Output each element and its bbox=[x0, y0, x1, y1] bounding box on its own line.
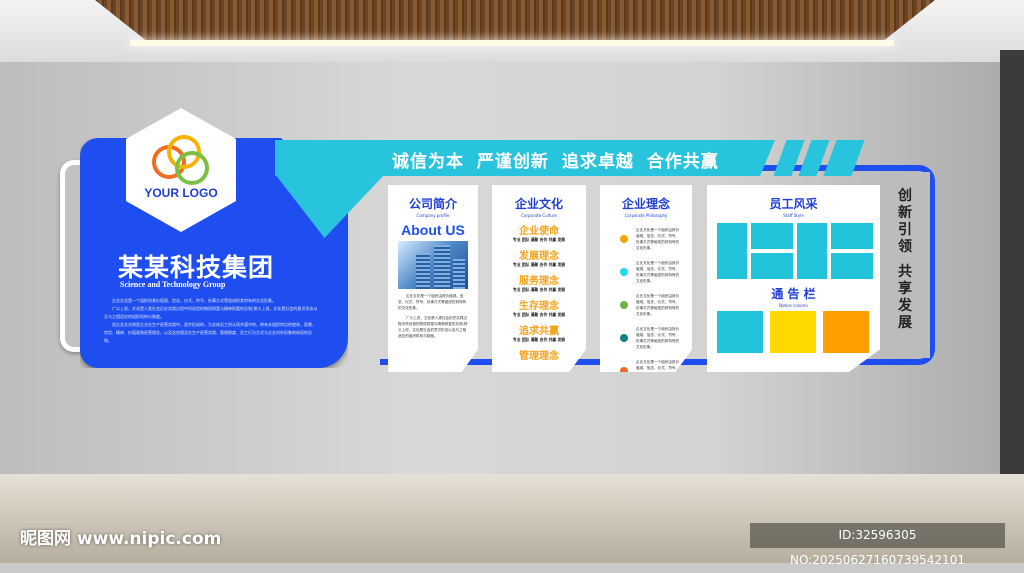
philosophy-text: 企业文化是一个组织由其价值观、信念、仪式、符号、处事方式等组成的其特有的文化形象… bbox=[636, 228, 680, 250]
bullet-dot-icon bbox=[620, 268, 628, 276]
philosophy-card: 企业理念 Corporate Philosophy 企业文化是一个组织由其价值观… bbox=[600, 185, 692, 372]
ceiling-light bbox=[130, 40, 894, 46]
bullet-dot-icon bbox=[620, 334, 628, 342]
philosophy-item: 企业文化是一个组织由其价值观、信念、仪式、符号、处事方式等组成的其特有的文化形象… bbox=[620, 326, 692, 350]
paragraph: 广义上说，文化是人类社会历史实践过程中所创造的物质财富与精神财富的总和;狭义上说… bbox=[104, 306, 318, 319]
profile-text: 企业文化是一个组织由其价值观、信念、仪式、符号、处事方式等组成的其特有的文化形象… bbox=[398, 294, 467, 310]
logo-text: YOUR LOGO bbox=[144, 186, 218, 200]
bullet-dot-icon bbox=[620, 235, 628, 243]
slogan: 诚信为本 严谨创新 追求卓越 合作共赢 bbox=[392, 152, 719, 172]
photo-tile bbox=[797, 223, 827, 279]
philosophy-text: 企业文化是一个组织由其价值观、信念、仪式、符号、处事方式等组成的其特有的文化形象… bbox=[636, 261, 680, 283]
philosophy-item: 企业文化是一个组织由其价值观、信念、仪式、符号、处事方式等组成的其特有的文化形象… bbox=[620, 260, 692, 284]
culture-item-title: 管理理念 bbox=[519, 351, 559, 362]
about-us-heading: About US bbox=[401, 222, 465, 238]
philosophy-item: 企业文化是一个组织由其价值观、信念、仪式、符号、处事方式等组成的其特有的文化形象… bbox=[620, 293, 692, 317]
vertical-slogan: 创新引领 共享发展 bbox=[895, 188, 915, 332]
notice-tile bbox=[823, 311, 869, 353]
photo-tile bbox=[751, 253, 793, 279]
photo-tile bbox=[751, 223, 793, 249]
paragraph: 企业文化是一个组织由其价值观、信念、仪式、符号、处事方式等组成的其特有的文化形象… bbox=[112, 298, 276, 303]
card-title: 企业理念 bbox=[621, 197, 670, 211]
profile-text: 广义上说，文化是人类社会历史实践过程中所创造的物质财富与精神财富的总和;狭义上说… bbox=[398, 316, 468, 338]
culture-item-title: 发展理念 bbox=[519, 251, 559, 262]
culture-item-title: 生存理念 bbox=[519, 301, 559, 312]
photo-tile bbox=[831, 253, 873, 279]
card-title: 企业文化 bbox=[514, 197, 563, 211]
notice-subtitle: Notice column bbox=[779, 303, 808, 308]
corporate-culture-card: 企业文化 Corporate Culture 企业使命 专业 团队 凝聚 合作 共… bbox=[492, 185, 586, 372]
vertical-line: 共享发展 bbox=[898, 264, 912, 331]
watermark-site: 昵图网 www.nipic.com bbox=[20, 529, 222, 549]
culture-keywords: 专业 团队 凝聚 合作 共赢 发展 bbox=[512, 287, 566, 292]
building-photo bbox=[398, 241, 468, 289]
watermark-id: ID:32596305 NO:20250627160739542101 bbox=[750, 523, 1005, 567]
vertical-line: 创新引领 bbox=[898, 188, 912, 255]
card-subtitle: Staff Style bbox=[783, 213, 804, 218]
wood-ceiling-panel bbox=[95, 0, 935, 40]
culture-item-title: 企业使命 bbox=[519, 226, 559, 237]
company-name: 某某科技集团 bbox=[118, 253, 275, 282]
culture-keywords: 专业 团队 凝聚 合作 共赢 发展 bbox=[512, 337, 566, 342]
philosophy-text: 企业文化是一个组织由其价值观、信念、仪式、符号、处事方式等组成的其特有的文化形象… bbox=[636, 294, 680, 316]
photo-tile bbox=[831, 223, 873, 249]
card-subtitle: Corporate Culture bbox=[521, 213, 557, 218]
notice-tile bbox=[770, 311, 816, 353]
card-title: 公司简介 bbox=[408, 197, 457, 211]
company-description: 企业文化是一个组织由其价值观、信念、仪式、符号、处事方式等组成的其特有的文化形象… bbox=[104, 297, 318, 345]
bullet-dot-icon bbox=[620, 301, 628, 309]
culture-item-title: 服务理念 bbox=[519, 276, 559, 287]
culture-keywords: 专业 团队 凝聚 合作 共赢 发展 bbox=[512, 262, 566, 267]
notice-title: 通 告 栏 bbox=[771, 287, 816, 301]
card-subtitle: Company profile bbox=[416, 213, 450, 218]
company-name-en: Science and Technology Group bbox=[120, 280, 226, 289]
photo-tile bbox=[717, 223, 747, 279]
staff-style-card: 员工风采 Staff Style 通 告 栏 Notice column bbox=[707, 185, 880, 372]
philosophy-text: 企业文化是一个组织由其价值观、信念、仪式、符号、处事方式等组成的其特有的文化形象… bbox=[636, 327, 680, 349]
culture-keywords: 专业 团队 凝聚 合作 共赢 发展 bbox=[512, 312, 566, 317]
card-title: 员工风采 bbox=[769, 197, 818, 211]
paragraph: 而企业文化则是企业在生产经营实践中，逐步形成的，为全体员工所认同并遵守的，带有本… bbox=[104, 322, 316, 343]
notice-tile bbox=[717, 311, 763, 353]
philosophy-item: 企业文化是一个组织由其价值观、信念、仪式、符号、处事方式等组成的其特有的文化形象… bbox=[620, 227, 692, 251]
company-profile-card: 公司简介 Company profile About US 企业文化是一个组织由… bbox=[388, 185, 478, 372]
card-subtitle: Corporate Philosophy bbox=[624, 213, 668, 218]
side-wall bbox=[1000, 50, 1024, 490]
culture-item-title: 追求共赢 bbox=[519, 326, 559, 337]
culture-keywords: 专业 团队 凝聚 合作 共赢 发展 bbox=[512, 237, 566, 242]
